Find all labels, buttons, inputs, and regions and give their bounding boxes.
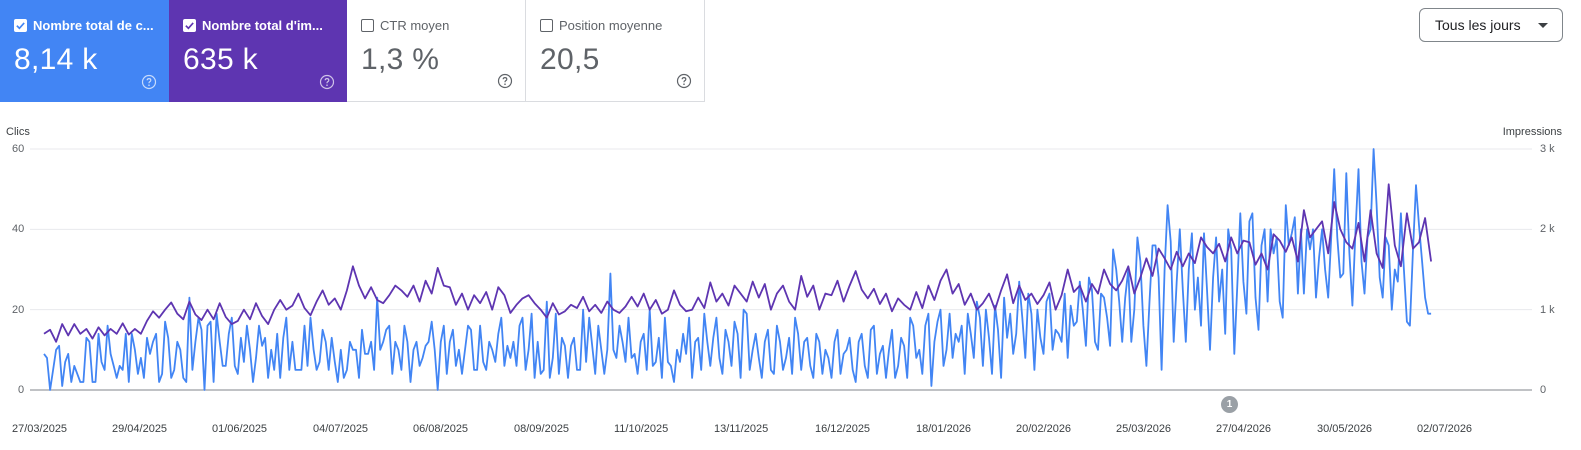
chart-series [43,148,1432,391]
series-line-impressions [43,183,1432,343]
performance-chart[interactable] [0,0,1581,450]
series-line-clicks [43,148,1432,391]
annotation-marker[interactable]: 1 [1221,396,1238,413]
